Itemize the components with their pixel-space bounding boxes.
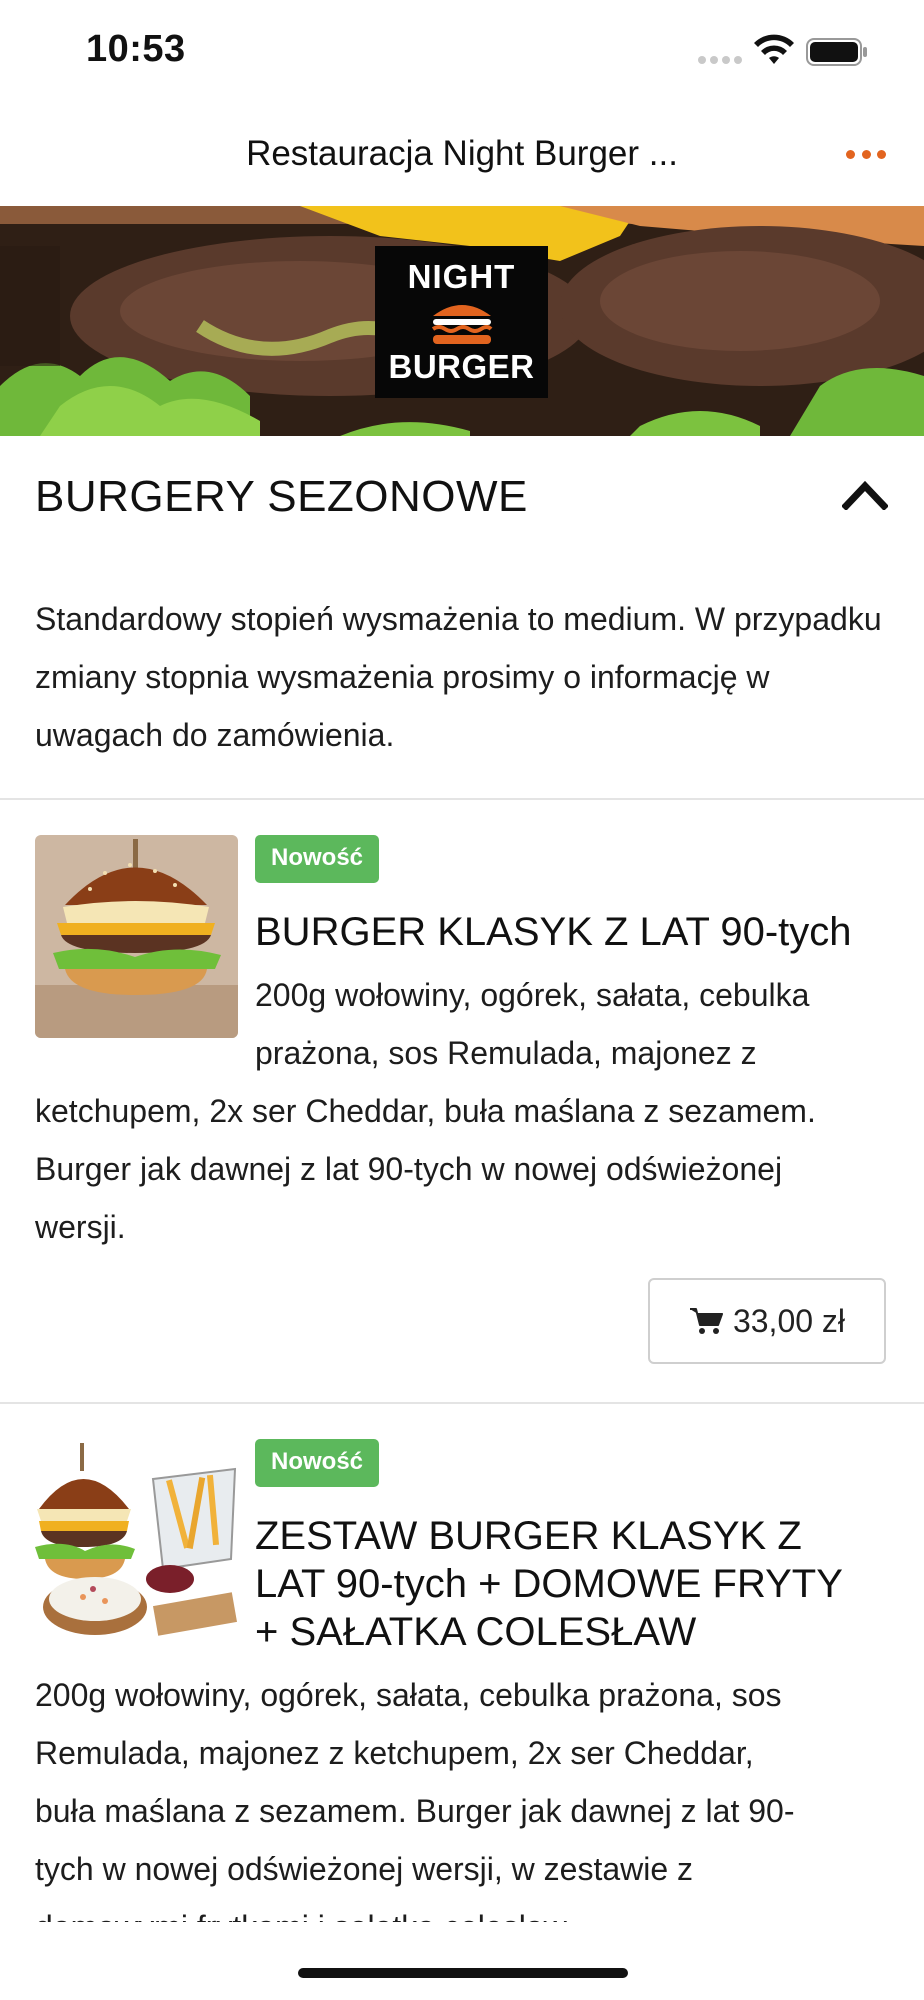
product-image[interactable] (35, 835, 238, 1038)
chevron-up-icon[interactable] (842, 480, 888, 510)
divider (0, 798, 924, 800)
category-title: BURGERY SEZONOWE (35, 472, 528, 521)
logo-text-top: NIGHT (407, 258, 516, 295)
restaurant-logo: NIGHT BURGER (375, 246, 548, 398)
product-description-line: Burger jak dawnej z lat 90-tych w nowej … (35, 1151, 783, 1187)
product-description-line: 200g wołowiny, ogórek, sałata, cebulka p… (35, 1677, 782, 1713)
signal-icon (698, 56, 742, 64)
navigation-bar: Restauracja Night Burger ... (0, 100, 924, 206)
status-time: 10:53 (86, 28, 186, 70)
add-to-cart-button[interactable]: 33,00 zł (648, 1278, 886, 1364)
more-icon[interactable] (846, 150, 886, 162)
home-indicator[interactable] (298, 1968, 628, 1978)
product-description-line: buła maślana z sezamem. Burger jak dawne… (35, 1793, 795, 1829)
status-bar: 10:53 (0, 0, 924, 100)
logo-text-bottom: BURGER (388, 348, 535, 385)
nav-title: Restauracja Night Burger ... (246, 134, 678, 173)
category-description: Standardowy stopień wysmażenia to medium… (35, 601, 882, 753)
bottom-safe-area (0, 1922, 924, 2000)
product-description-line: ketchupem, 2x ser Cheddar, buła maślana … (35, 1093, 816, 1129)
cart-icon (689, 1308, 723, 1334)
wifi-icon (754, 34, 794, 64)
product-description-line: prażona, sos Remulada, majonez z (255, 1035, 757, 1071)
divider (0, 1402, 924, 1404)
new-badge: Nowość (255, 835, 380, 883)
category-header[interactable]: BURGERY SEZONOWE (0, 436, 924, 548)
hero-banner: NIGHT BURGER (0, 206, 924, 436)
price-label: 33,00 zł (732, 1302, 846, 1339)
battery-icon (806, 38, 867, 66)
product-title-line[interactable]: LAT 90-tych + DOMOWE FRYTY (255, 1560, 895, 1608)
product-image[interactable] (35, 1439, 238, 1642)
product-description-line: wersji. (35, 1209, 126, 1245)
product-title[interactable]: BURGER KLASYK Z LAT 90-tych (255, 908, 895, 956)
product-description-line: tych w nowej odświeżonej wersji, w zesta… (35, 1851, 694, 1887)
product-description-line: Remulada, majonez z ketchupem, 2x ser Ch… (35, 1735, 754, 1771)
new-badge: Nowość (255, 1439, 380, 1487)
product-title-line[interactable]: + SAŁATKA COLESŁAW (255, 1608, 895, 1656)
burger-logo-icon (431, 305, 493, 344)
product-description-line: 200g wołowiny, ogórek, sałata, cebulka (255, 977, 810, 1013)
product-title-line[interactable]: ZESTAW BURGER KLASYK Z (255, 1512, 895, 1560)
